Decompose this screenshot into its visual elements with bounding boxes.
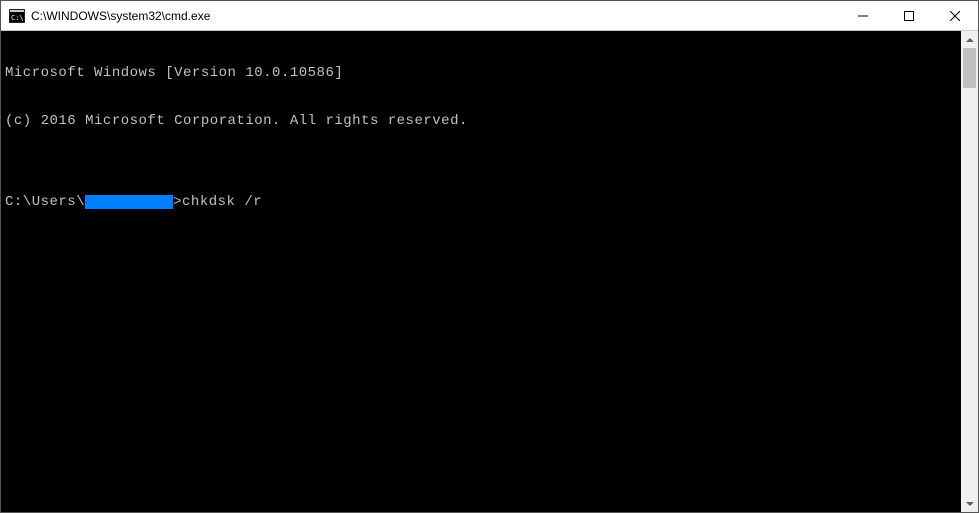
prompt-prefix: C:\Users\	[5, 194, 85, 210]
prompt-suffix: >	[173, 194, 182, 210]
cmd-window: C:\ C:\WINDOWS\system32\cmd.exe	[0, 0, 979, 513]
prompt-line: C:\Users\ >chkdsk /r	[5, 194, 957, 210]
version-line: Microsoft Windows [Version 10.0.10586]	[5, 65, 957, 81]
copyright-line: (c) 2016 Microsoft Corporation. All righ…	[5, 113, 957, 129]
titlebar[interactable]: C:\ C:\WINDOWS\system32\cmd.exe	[1, 1, 978, 31]
svg-text:C:\: C:\	[11, 14, 24, 22]
terminal-output[interactable]: Microsoft Windows [Version 10.0.10586] (…	[1, 31, 961, 512]
typed-command: chkdsk /r	[182, 194, 262, 210]
redacted-username	[85, 195, 173, 209]
cmd-icon: C:\	[9, 9, 25, 23]
vertical-scrollbar[interactable]	[961, 31, 978, 512]
maximize-button[interactable]	[886, 1, 932, 30]
scroll-up-arrow-icon[interactable]	[961, 31, 978, 48]
scroll-down-arrow-icon[interactable]	[961, 495, 978, 512]
window-controls	[840, 1, 978, 30]
minimize-button[interactable]	[840, 1, 886, 30]
scroll-thumb[interactable]	[963, 48, 976, 88]
close-button[interactable]	[932, 1, 978, 30]
scroll-track[interactable]	[961, 48, 978, 495]
terminal-area: Microsoft Windows [Version 10.0.10586] (…	[1, 31, 978, 512]
window-title: C:\WINDOWS\system32\cmd.exe	[31, 9, 840, 23]
